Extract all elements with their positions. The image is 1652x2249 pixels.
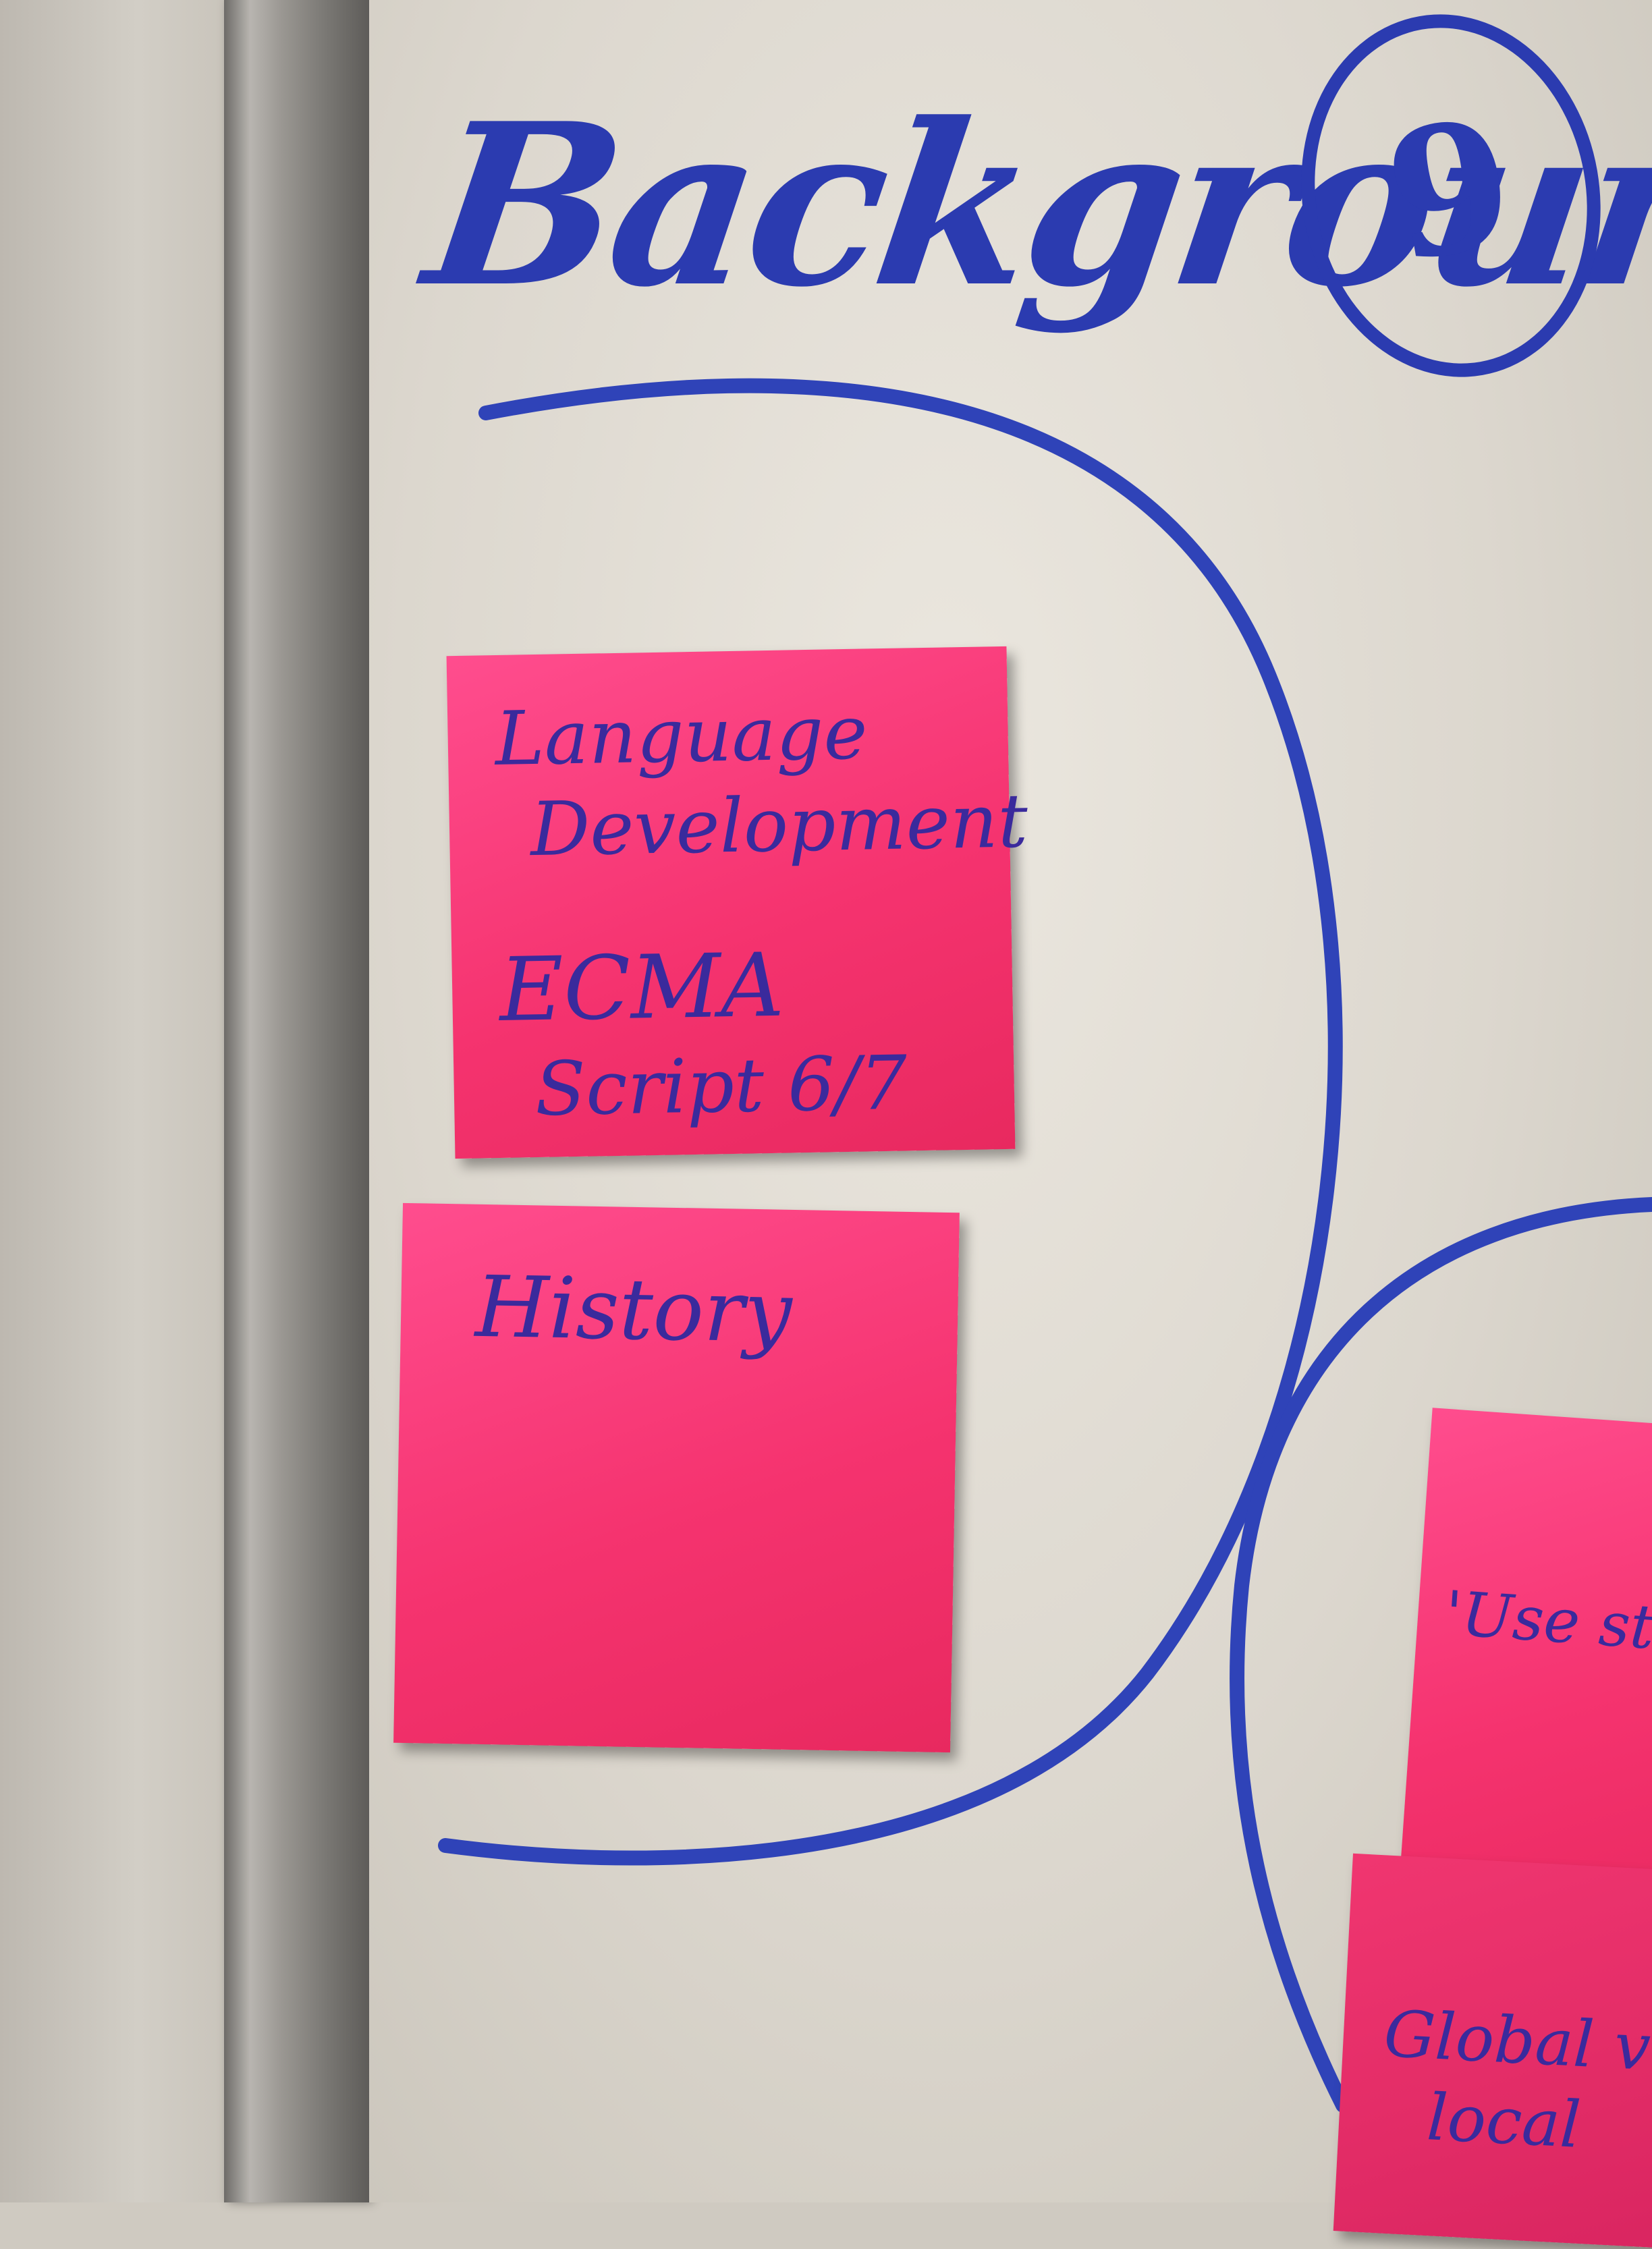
note-line-ecma: ECMA <box>498 933 785 1041</box>
sticky-note-global-local: Global v local <box>1333 1853 1652 2249</box>
note-line-development: Development <box>529 777 1028 873</box>
note-line-use-strict: 'Use stri <box>1442 1578 1652 1667</box>
note-line-language: Language <box>494 689 869 783</box>
sticky-note-language-development: Language Development ECMA Script 6/7 <box>446 646 1028 1159</box>
note-line-script: Script 6/7 <box>534 1039 908 1133</box>
note-line-global: Global v <box>1382 1997 1652 2086</box>
note-line-local: local <box>1425 2080 1583 2163</box>
note-line-history: History <box>474 1258 793 1362</box>
sticky-note-history: History <box>393 1202 960 1753</box>
circled-number-label: 9 <box>1372 78 1529 303</box>
